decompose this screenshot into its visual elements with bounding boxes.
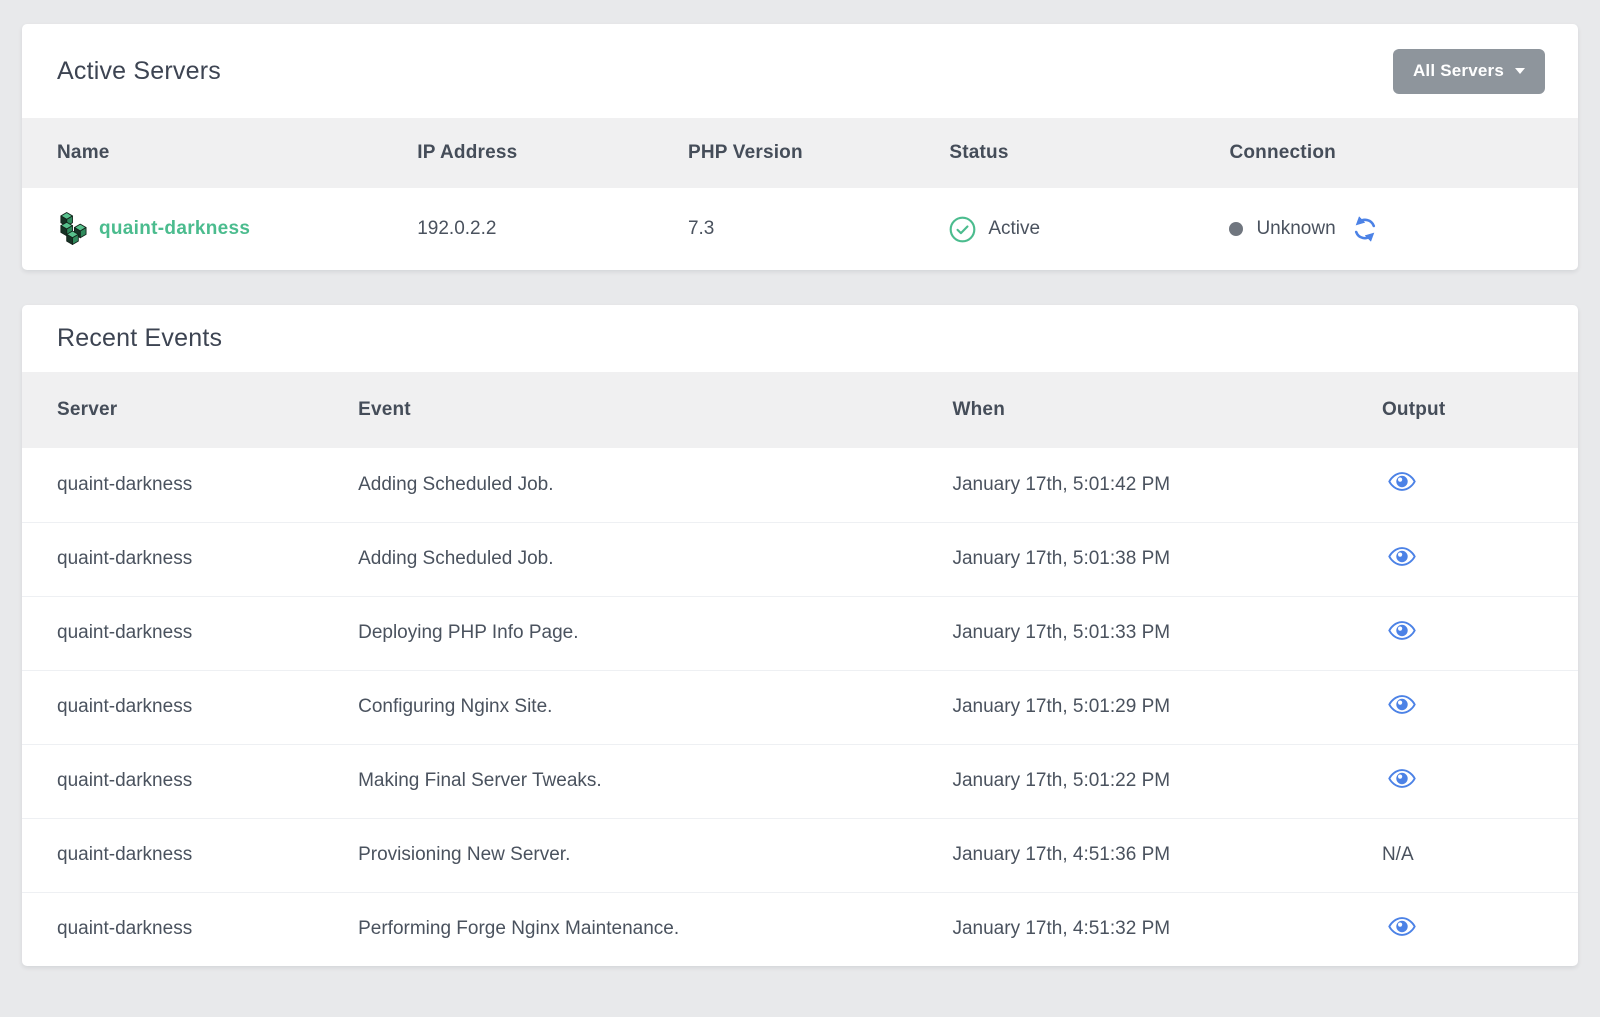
event-server: quaint-darkness	[22, 892, 358, 966]
event-row: quaint-darkness Performing Forge Nginx M…	[22, 892, 1578, 966]
dashboard-page: Active Servers All Servers Name IP Addre…	[0, 0, 1600, 993]
eye-icon[interactable]	[1388, 471, 1416, 492]
event-server: quaint-darkness	[22, 596, 358, 670]
eye-icon[interactable]	[1388, 546, 1416, 567]
server-connection-text: Unknown	[1256, 218, 1335, 240]
event-description: Performing Forge Nginx Maintenance.	[358, 892, 952, 966]
event-server: quaint-darkness	[22, 522, 358, 596]
event-server: quaint-darkness	[22, 670, 358, 744]
event-description: Deploying PHP Info Page.	[358, 596, 952, 670]
column-header-when: When	[952, 372, 1381, 448]
gray-dot-icon	[1229, 222, 1243, 236]
event-output-cell	[1382, 744, 1578, 818]
event-when: January 17th, 5:01:22 PM	[952, 744, 1381, 818]
column-header-ip: IP Address	[417, 118, 688, 188]
refresh-icon[interactable]	[1352, 216, 1378, 242]
active-servers-table: Name IP Address PHP Version Status Conne…	[22, 118, 1578, 270]
event-description: Provisioning New Server.	[358, 818, 952, 892]
event-when: January 17th, 5:01:33 PM	[952, 596, 1381, 670]
event-when: January 17th, 5:01:29 PM	[952, 670, 1381, 744]
server-cubes-icon	[57, 211, 88, 248]
recent-events-body: quaint-darkness Adding Scheduled Job. Ja…	[22, 448, 1578, 966]
event-server: quaint-darkness	[22, 818, 358, 892]
output-na-text: N/A	[1382, 844, 1414, 865]
column-header-status: Status	[949, 118, 1229, 188]
eye-icon[interactable]	[1388, 916, 1416, 937]
column-header-php-version: PHP Version	[688, 118, 949, 188]
event-description: Configuring Nginx Site.	[358, 670, 952, 744]
event-output-cell	[1382, 596, 1578, 670]
eye-icon[interactable]	[1388, 694, 1416, 715]
event-output-cell	[1382, 448, 1578, 522]
all-servers-dropdown-label: All Servers	[1413, 61, 1504, 81]
event-row: quaint-darkness Deploying PHP Info Page.…	[22, 596, 1578, 670]
recent-events-card: Recent Events Server Event When Output q…	[22, 305, 1578, 966]
recent-events-header: Recent Events	[22, 305, 1578, 372]
event-output-cell	[1382, 522, 1578, 596]
event-when: January 17th, 4:51:32 PM	[952, 892, 1381, 966]
column-header-server: Server	[22, 372, 358, 448]
column-header-event: Event	[358, 372, 952, 448]
event-row: quaint-darkness Configuring Nginx Site. …	[22, 670, 1578, 744]
event-output-cell	[1382, 892, 1578, 966]
column-header-output: Output	[1382, 372, 1578, 448]
event-when: January 17th, 5:01:38 PM	[952, 522, 1381, 596]
server-name-link[interactable]: quaint-darkness	[99, 218, 250, 240]
event-description: Adding Scheduled Job.	[358, 522, 952, 596]
event-server: quaint-darkness	[22, 448, 358, 522]
event-output-cell: N/A	[1382, 818, 1578, 892]
event-description: Making Final Server Tweaks.	[358, 744, 952, 818]
active-servers-card: Active Servers All Servers Name IP Addre…	[22, 24, 1578, 270]
server-status-text: Active	[988, 218, 1040, 240]
event-row: quaint-darkness Adding Scheduled Job. Ja…	[22, 522, 1578, 596]
all-servers-dropdown-button[interactable]: All Servers	[1393, 49, 1545, 94]
column-header-name: Name	[22, 118, 417, 188]
active-servers-title: Active Servers	[57, 57, 221, 86]
server-php-version: 7.3	[688, 188, 949, 270]
column-header-connection: Connection	[1229, 118, 1578, 188]
recent-events-title: Recent Events	[57, 324, 222, 353]
event-output-cell	[1382, 670, 1578, 744]
active-servers-header: Active Servers All Servers	[22, 24, 1578, 118]
recent-events-table: Server Event When Output quaint-darkness…	[22, 372, 1578, 966]
event-row: quaint-darkness Provisioning New Server.…	[22, 818, 1578, 892]
server-row: quaint-darkness 192.0.2.2 7.3	[22, 188, 1578, 270]
active-servers-header-row: Name IP Address PHP Version Status Conne…	[22, 118, 1578, 188]
chevron-down-icon	[1515, 68, 1525, 74]
event-when: January 17th, 5:01:42 PM	[952, 448, 1381, 522]
event-description: Adding Scheduled Job.	[358, 448, 952, 522]
event-row: quaint-darkness Making Final Server Twea…	[22, 744, 1578, 818]
eye-icon[interactable]	[1388, 768, 1416, 789]
event-server: quaint-darkness	[22, 744, 358, 818]
server-ip-address: 192.0.2.2	[417, 188, 688, 270]
event-row: quaint-darkness Adding Scheduled Job. Ja…	[22, 448, 1578, 522]
check-circle-icon	[949, 216, 976, 243]
eye-icon[interactable]	[1388, 620, 1416, 641]
event-when: January 17th, 4:51:36 PM	[952, 818, 1381, 892]
recent-events-header-row: Server Event When Output	[22, 372, 1578, 448]
